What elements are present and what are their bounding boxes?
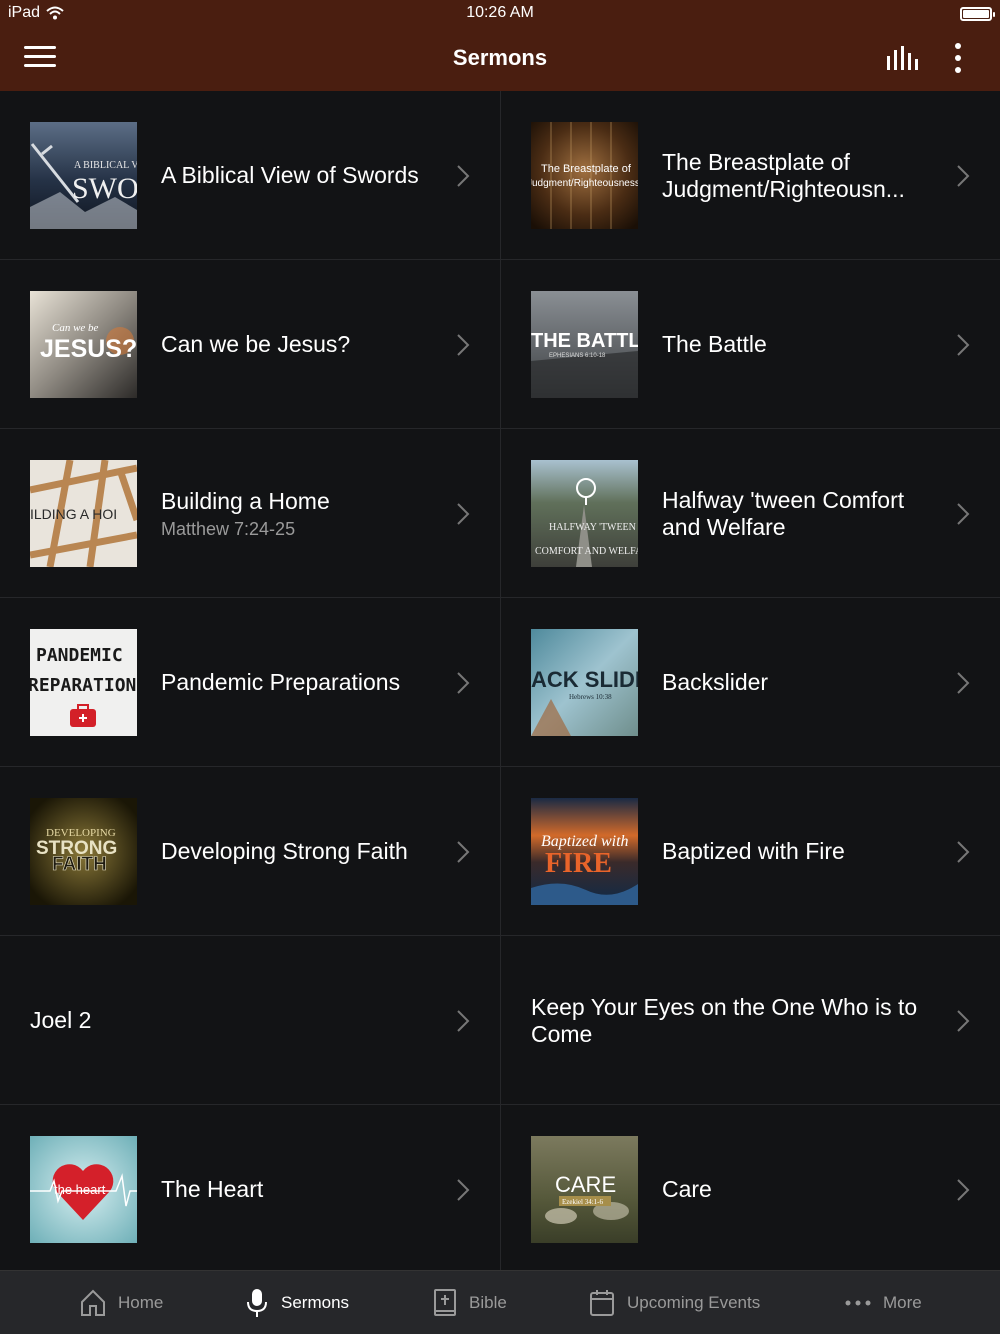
bible-book-icon [434,1289,456,1316]
thumb-text: THE BATTLE [531,330,638,352]
sermon-title: Pandemic Preparations [161,669,401,695]
sermon-thumbnail: Baptized with FIRE [531,798,638,905]
status-bar: iPad 10:26 AM [0,0,1000,28]
vertical-ellipsis-icon[interactable] [948,42,968,74]
sermon-thumbnail: A BIBLICAL VIE SWOR [30,122,137,229]
sermon-title: The Heart [161,1176,264,1202]
sermon-title: Can we be Jesus? [161,331,351,357]
sermon-item[interactable]: A BIBLICAL VIE SWOR A Biblical View of S… [0,91,500,260]
thumb-text: HALFWAY 'TWEEN [549,522,636,533]
tab-more[interactable]: More [845,1271,922,1334]
sermon-thumbnail: HALFWAY 'TWEEN COMFORT AND WELFARE [531,460,638,567]
sermon-title: Keep Your Eyes on the One Who is to Come [531,993,918,1047]
sermon-title: The Battle [662,331,767,357]
status-time: 10:26 AM [466,4,534,21]
horizontal-ellipsis-icon [845,1300,871,1306]
tab-bar: Home Sermons Bible Upcoming Events More [0,1270,1000,1334]
sermon-thumbnail: the heart [30,1136,137,1243]
chevron-right-icon [457,503,470,525]
tab-sermons[interactable]: Sermons [245,1271,349,1334]
calendar-icon [590,1290,614,1316]
chevron-right-icon [457,334,470,356]
chevron-right-icon [457,165,470,187]
microphone-icon [247,1289,267,1317]
navigation-bar: Sermons [0,28,1000,91]
sermon-thumbnail: DEVELOPING STRONG FAITH [30,798,137,905]
chevron-right-icon [957,1010,970,1032]
thumb-small-text: COMFORT AND WELFARE [535,546,638,557]
chevron-right-icon [457,672,470,694]
chevron-right-icon [957,841,970,863]
sermon-thumbnail: THE BATTLE EPHESIANS 6:10-18 [531,291,638,398]
thumb-small-text: Hebrews 10:38 [569,693,612,701]
sermon-thumbnail: CARE Ezekiel 34:1-6 [531,1136,638,1243]
sermon-item[interactable]: THE BATTLE EPHESIANS 6:10-18 The Battle [500,260,1000,429]
sermon-item[interactable]: The Breastplate of Judgment/Righteousnes… [500,91,1000,260]
chevron-right-icon [457,1010,470,1032]
equalizer-bars-icon[interactable] [884,44,918,72]
sermon-title: A Biblical View of Swords [161,162,419,188]
sermon-thumbnail: PANDEMIC REPARATION [30,629,137,736]
sermon-item[interactable]: ILDING A HOI Building a Home Matthew 7:2… [0,429,500,598]
tab-home[interactable]: Home [80,1271,163,1334]
chevron-right-icon [457,841,470,863]
chevron-right-icon [957,165,970,187]
sermon-title: Joel 2 [30,1007,92,1033]
thumb-small-text: REPARATION [30,675,136,696]
tab-label: More [883,1293,922,1312]
thumb-text: the heart [54,1182,106,1197]
sermon-title: The Breastplate of Judgment/Righteousn..… [662,148,905,202]
page-title: Sermons [452,45,548,70]
sermon-item[interactable]: PANDEMIC REPARATION Pandemic Preparation… [0,598,500,767]
tab-upcoming-events[interactable]: Upcoming Events [589,1271,760,1334]
thumb-small-text: Ezekiel 34:1-6 [562,1198,604,1206]
thumb-text: The Breastplate of [541,163,632,175]
thumb-small-text: EPHESIANS 6:10-18 [549,353,606,359]
tab-label: Sermons [281,1293,350,1312]
sermon-item[interactable]: ACK SLIDE Hebrews 10:38 Backslider [500,598,1000,767]
sermon-title: Backslider [662,669,769,695]
sermon-title: Developing Strong Faith [161,838,408,864]
thumb-text-2: FAITH [52,854,107,875]
tab-bible[interactable]: Bible [433,1271,507,1334]
sermon-scripture: Matthew 7:24-25 [161,518,296,539]
sermon-title: Care [662,1176,712,1202]
thumb-text: SWOR [72,172,137,205]
thumb-text: ACK SLIDE [531,667,638,692]
sermon-item[interactable]: Joel 2 [0,936,500,1105]
thumb-text: FIRE [545,848,612,879]
sermon-item[interactable]: the heart The Heart [0,1105,500,1274]
chevron-right-icon [957,1179,970,1201]
thumb-text: CARE [555,1172,616,1197]
sermon-title: Building a Home [161,487,330,514]
sermon-thumbnail: The Breastplate of Judgment/Righteousnes… [531,122,638,229]
tab-label: Home [118,1293,164,1312]
chevron-right-icon [957,503,970,525]
chevron-right-icon [957,672,970,694]
thumb-text: JESUS? [40,335,137,363]
home-icon [81,1289,105,1316]
thumb-small-text: Judgment/Righteousness [531,178,638,189]
sermon-thumbnail: Can we be JESUS? [30,291,137,398]
sermon-thumbnail: ILDING A HOI [30,460,137,567]
thumb-text: PANDEMIC [36,645,123,666]
sermon-title: Baptized with Fire [662,838,845,864]
chevron-right-icon [957,334,970,356]
sermon-item[interactable]: Can we be JESUS? Can we be Jesus? [0,260,500,429]
sermon-item[interactable]: HALFWAY 'TWEEN COMFORT AND WELFARE Halfw… [500,429,1000,598]
thumb-small-text: Can we be [52,322,99,334]
thumb-text: ILDING A HOI [30,506,117,522]
sermon-title: Halfway 'tween Comfort and Welfare [662,486,905,540]
tab-label: Upcoming Events [627,1293,761,1312]
battery-icon [960,7,995,21]
sermon-item[interactable]: DEVELOPING STRONG FAITH Developing Stron… [0,767,500,936]
sermon-item[interactable]: Keep Your Eyes on the One Who is to Come [500,936,1000,1105]
thumb-small-text: A BIBLICAL VIE [74,160,137,171]
tab-label: Bible [469,1293,507,1312]
sermon-thumbnail: ACK SLIDE Hebrews 10:38 [531,629,638,736]
chevron-right-icon [457,1179,470,1201]
sermon-item[interactable]: CARE Ezekiel 34:1-6 Care [500,1105,1000,1274]
sermon-item[interactable]: Baptized with FIRE Baptized with Fire [500,767,1000,936]
